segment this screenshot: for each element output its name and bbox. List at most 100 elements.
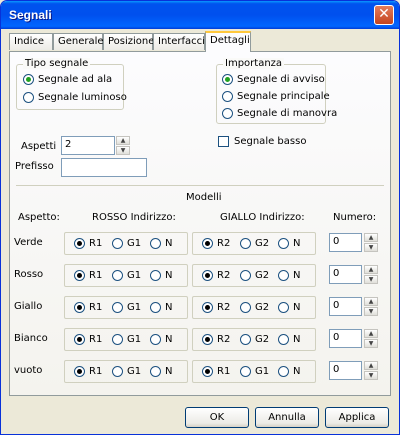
radio-dot — [278, 270, 289, 281]
radio-rosso-g1[interactable]: G1 — [112, 366, 141, 377]
numero-input[interactable]: 0 — [329, 265, 362, 284]
radio-giallo-g2[interactable]: G2 — [240, 238, 269, 249]
close-button[interactable]: ✕ — [374, 5, 394, 25]
radio-label: N — [293, 270, 301, 281]
radio-dot — [74, 270, 85, 281]
radio-rosso-n[interactable]: N — [150, 366, 172, 377]
spin-down-icon[interactable]: ▼ — [364, 371, 378, 380]
radio-rosso-r1[interactable]: R1 — [74, 270, 102, 281]
spin-down-icon[interactable]: ▼ — [364, 243, 378, 252]
radio-rosso-r1[interactable]: R1 — [74, 302, 102, 313]
radio-segnale-principale[interactable]: Segnale principale — [222, 91, 330, 102]
radio-dot — [202, 238, 213, 249]
radio-label: R2 — [217, 334, 231, 345]
radio-giallo-r2[interactable]: R2 — [202, 334, 230, 345]
aspetti-spinner[interactable]: ▲ ▼ — [116, 136, 130, 155]
radio-rosso-n[interactable]: N — [150, 238, 172, 249]
radio-rosso-g1[interactable]: G1 — [112, 302, 141, 313]
radio-dot — [202, 302, 213, 313]
spin-down-icon[interactable]: ▼ — [364, 339, 378, 348]
spin-up-icon[interactable]: ▲ — [364, 233, 378, 242]
radio-label: Segnale di avviso — [237, 74, 325, 85]
radio-giallo-r2[interactable]: R2 — [202, 238, 230, 249]
radio-label: G1 — [127, 334, 142, 345]
radio-segnale-ad-ala[interactable]: Segnale ad ala — [23, 74, 112, 85]
spin-up-icon[interactable]: ▲ — [116, 136, 130, 145]
spin-up-icon[interactable]: ▲ — [364, 297, 378, 306]
radio-rosso-n[interactable]: N — [150, 302, 172, 313]
tab-indice[interactable]: Indice — [9, 33, 53, 50]
tab-posizione[interactable]: Posizione — [103, 33, 154, 50]
radio-rosso-r1[interactable]: R1 — [74, 334, 102, 345]
header-giallo: GIALLO Indirizzo: — [220, 212, 305, 223]
numero-spinner[interactable]: ▲ ▼ — [364, 361, 378, 380]
radio-giallo-r2[interactable]: R2 — [202, 270, 230, 281]
radio-rosso-n[interactable]: N — [150, 334, 172, 345]
ok-button[interactable]: OK — [185, 407, 249, 428]
radio-giallo-n[interactable]: N — [278, 302, 300, 313]
spin-down-icon[interactable]: ▼ — [364, 307, 378, 316]
radio-giallo-n[interactable]: N — [278, 238, 300, 249]
radio-label: R2 — [217, 270, 231, 281]
spin-down-icon[interactable]: ▼ — [364, 275, 378, 284]
radio-dot — [240, 302, 251, 313]
spin-up-icon[interactable]: ▲ — [364, 329, 378, 338]
numero-input[interactable]: 0 — [329, 329, 362, 348]
aspetti-label: Aspetti — [21, 141, 57, 152]
radio-giallo-n[interactable]: N — [278, 334, 300, 345]
radio-dot — [278, 302, 289, 313]
radio-rosso-r1[interactable]: R1 — [74, 238, 102, 249]
tab-generale[interactable]: Generale — [53, 33, 104, 50]
window-title: Segnali — [9, 8, 52, 22]
spin-down-icon[interactable]: ▼ — [116, 146, 130, 155]
importanza-group: Importanza Segnale di avviso Segnale pri… — [216, 58, 337, 124]
numero-spinner[interactable]: ▲ ▼ — [364, 265, 378, 284]
radio-dot — [222, 108, 233, 119]
aspetti-input[interactable]: 2 — [61, 136, 115, 155]
radio-rosso-n[interactable]: N — [150, 270, 172, 281]
radio-segnale-luminoso[interactable]: Segnale luminoso — [23, 92, 127, 103]
radio-dot — [150, 238, 161, 249]
title-bar[interactable]: Segnali ✕ — [1, 1, 399, 29]
radio-rosso-r1[interactable]: R1 — [74, 366, 102, 377]
radio-giallo-g2[interactable]: G2 — [240, 302, 269, 313]
radio-giallo-g2[interactable]: G2 — [240, 270, 269, 281]
radio-segnale-di-avviso[interactable]: Segnale di avviso — [222, 74, 325, 85]
radio-segnale-di-manovra[interactable]: Segnale di manovra — [222, 108, 337, 119]
radio-rosso-g1[interactable]: G1 — [112, 334, 141, 345]
modelli-title: Modelli — [186, 192, 222, 203]
giallo-address-group: R2 G2 N — [192, 264, 316, 287]
radio-dot — [278, 366, 289, 377]
radio-giallo-n[interactable]: N — [278, 270, 300, 281]
header-numero: Numero: — [333, 212, 377, 223]
annulla-button[interactable]: Annulla — [255, 407, 319, 428]
numero-spinner[interactable]: ▲ ▼ — [364, 329, 378, 348]
rosso-address-group: R1 G1 N — [64, 328, 188, 351]
numero-input[interactable]: 0 — [329, 233, 362, 252]
spin-up-icon[interactable]: ▲ — [364, 265, 378, 274]
radio-rosso-g1[interactable]: G1 — [112, 270, 141, 281]
radio-rosso-g1[interactable]: G1 — [112, 238, 141, 249]
radio-giallo-n[interactable]: N — [278, 366, 300, 377]
radio-dot — [150, 366, 161, 377]
numero-spinner[interactable]: ▲ ▼ — [364, 233, 378, 252]
radio-giallo-g1[interactable]: G1 — [240, 366, 269, 377]
radio-label: Segnale di manovra — [237, 108, 338, 119]
radio-dot — [23, 74, 34, 85]
numero-input[interactable]: 0 — [329, 297, 362, 316]
applica-button[interactable]: Applica — [325, 407, 389, 428]
prefisso-input[interactable] — [61, 158, 147, 177]
tab-interfaccia[interactable]: Interfaccia — [153, 33, 211, 50]
radio-giallo-r2[interactable]: R2 — [202, 302, 230, 313]
tab-dettagli[interactable]: Dettagli — [205, 31, 251, 52]
numero-input[interactable]: 0 — [329, 361, 362, 380]
segnale-basso-checkbox[interactable]: Segnale basso — [218, 136, 306, 147]
numero-spinner[interactable]: ▲ ▼ — [364, 297, 378, 316]
rosso-address-group: R1 G1 N — [64, 264, 188, 287]
spin-up-icon[interactable]: ▲ — [364, 361, 378, 370]
radio-label: G1 — [127, 270, 142, 281]
radio-label: Segnale luminoso — [38, 92, 127, 103]
rosso-address-group: R1 G1 N — [64, 360, 188, 383]
radio-giallo-r1[interactable]: R1 — [202, 366, 230, 377]
radio-giallo-g2[interactable]: G2 — [240, 334, 269, 345]
